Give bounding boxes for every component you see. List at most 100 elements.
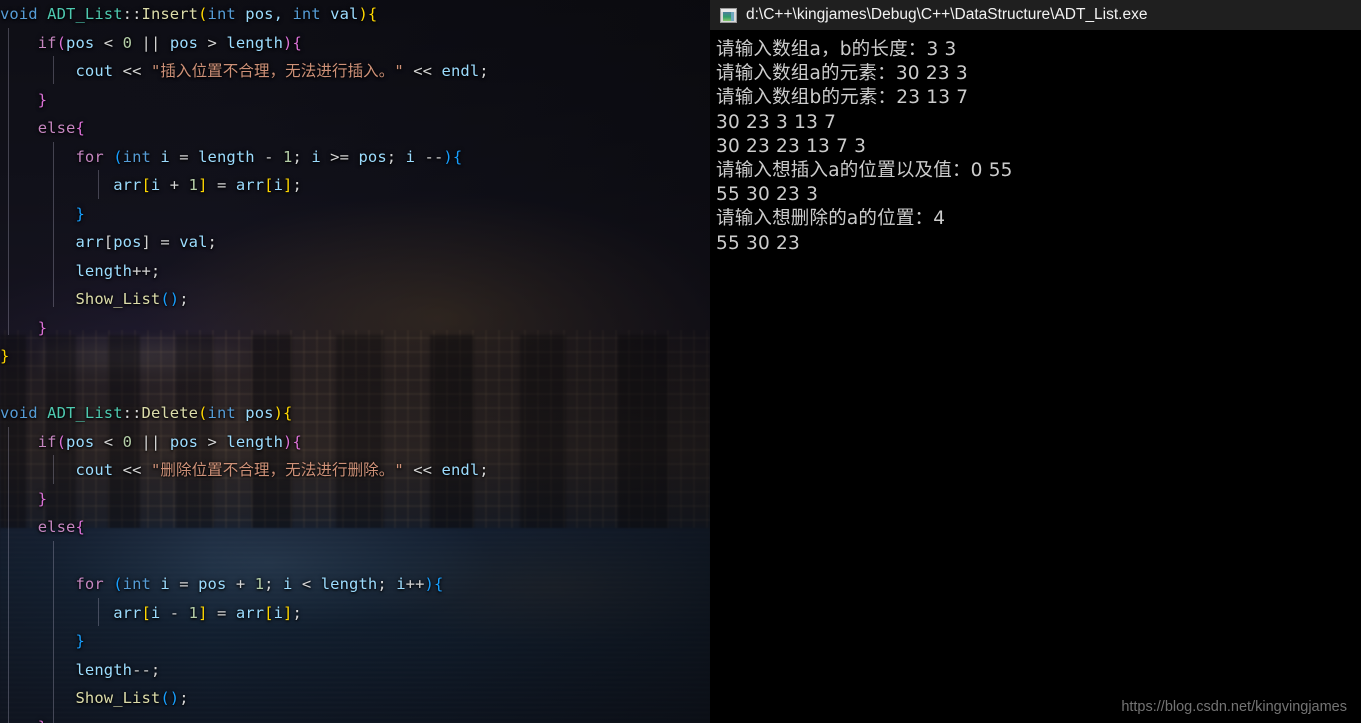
code-token: length — [75, 261, 133, 280]
code-token: int — [122, 147, 151, 166]
code-token: int — [292, 5, 321, 23]
console-line: 请输入数组a，b的长度：3 3 — [716, 39, 957, 60]
code-token: i — [150, 575, 170, 593]
code-token: ) — [169, 689, 180, 707]
code-token: void — [0, 404, 38, 422]
code-token: { — [433, 575, 444, 593]
console-titlebar[interactable]: d:\C++\kingjames\Debug\C++\DataStructure… — [710, 0, 1361, 30]
code-token: ( — [198, 5, 208, 23]
code-token: = — [150, 233, 180, 251]
code-token: ; — [386, 147, 406, 166]
code-token: length — [226, 33, 283, 52]
code-token: >= — [320, 147, 359, 166]
code-token: val — [179, 233, 208, 251]
code-line: arr[i + 1] = arr[i]; — [0, 171, 710, 200]
code-token: ; — [179, 689, 189, 707]
code-token: -- — [415, 147, 444, 166]
code-token: < — [94, 432, 123, 451]
code-token: [ — [103, 233, 114, 251]
code-token: cout — [75, 62, 114, 80]
code-token: pos, — [235, 5, 293, 23]
code-token: } — [37, 318, 48, 337]
console-line: 55 30 23 3 — [716, 184, 819, 206]
code-token: pos — [198, 575, 227, 593]
code-token: for — [75, 575, 104, 593]
code-token: pos — [358, 147, 387, 166]
console-window[interactable]: d:\C++\kingjames\Debug\C++\DataStructure… — [710, 0, 1361, 723]
code-token: ADT_List — [47, 5, 123, 23]
code-line: cout << "插入位置不合理，无法进行插入。" << endl; — [0, 57, 710, 86]
code-token: ; — [264, 575, 284, 593]
console-window-title: d:\C++\kingjames\Debug\C++\DataStructure… — [746, 6, 1148, 23]
code-token: ] — [198, 603, 208, 622]
code-line: } — [0, 713, 710, 723]
code-line: Show_List(); — [0, 684, 710, 713]
code-token: length — [198, 147, 255, 166]
code-token: int — [207, 5, 236, 23]
console-output[interactable]: 请输入数组a，b的长度：3 3 请输入数组a的元素：30 23 3 请输入数组b的元… — [710, 30, 1361, 723]
code-token: { — [283, 404, 293, 422]
code-token: + — [160, 176, 189, 194]
console-line: 30 23 3 13 7 — [716, 111, 837, 133]
code-token: ; — [292, 147, 312, 166]
code-line: Show_List(); — [0, 285, 710, 314]
code-token: << — [403, 461, 442, 479]
code-token: if — [37, 432, 57, 451]
code-token: pos — [66, 432, 95, 451]
code-line: void ADT_List::Insert(int pos, int val){ — [0, 0, 710, 29]
code-token: i — [150, 176, 161, 194]
code-line: length++; — [0, 257, 710, 286]
console-line: 30 23 23 13 7 3 — [716, 135, 867, 157]
code-token: 1 — [188, 176, 199, 194]
code-token: { — [292, 33, 302, 52]
code-token: < — [292, 575, 321, 593]
code-token: << — [113, 62, 151, 80]
code-token: ) — [424, 575, 434, 593]
code-token: Show_List — [75, 689, 161, 707]
code-token: } — [37, 489, 48, 508]
code-token: ( — [56, 432, 67, 451]
code-token: - — [160, 603, 189, 622]
code-token: i — [273, 176, 283, 194]
code-token: = — [207, 176, 236, 194]
code-token: ( — [160, 689, 170, 707]
code-token: ) — [358, 5, 368, 23]
code-token: length — [320, 575, 378, 593]
code-token: { — [75, 518, 85, 536]
code-token: [ — [141, 603, 151, 622]
code-token: arr — [235, 603, 265, 622]
code-token: ; — [292, 176, 302, 194]
code-token: i — [150, 147, 170, 166]
code-editor-pane[interactable]: void ADT_List::Insert(int pos, int val){… — [0, 0, 710, 723]
code-token: ( — [198, 404, 208, 422]
code-line: } — [0, 485, 710, 514]
code-token: ( — [160, 290, 170, 308]
code-token: --; — [132, 660, 161, 679]
console-line: 请输入想插入a的位置以及值：0 55 — [716, 160, 1013, 182]
code-token: 1 — [188, 603, 199, 622]
code-line: cout << "删除位置不合理，无法进行删除。" << endl; — [0, 456, 710, 485]
code-token: ) — [169, 290, 180, 308]
code-text[interactable]: void ADT_List::Insert(int pos, int val){… — [0, 0, 710, 723]
code-line: else{ — [0, 513, 710, 542]
code-token: i — [405, 147, 416, 166]
code-token: - — [254, 147, 283, 166]
code-token: else — [37, 518, 76, 536]
code-token: endl — [441, 62, 480, 80]
code-token: 1 — [254, 575, 265, 593]
code-token: Delete — [141, 404, 199, 422]
code-token: || — [132, 432, 170, 451]
code-token: i — [396, 575, 406, 593]
code-token: { — [452, 147, 463, 166]
